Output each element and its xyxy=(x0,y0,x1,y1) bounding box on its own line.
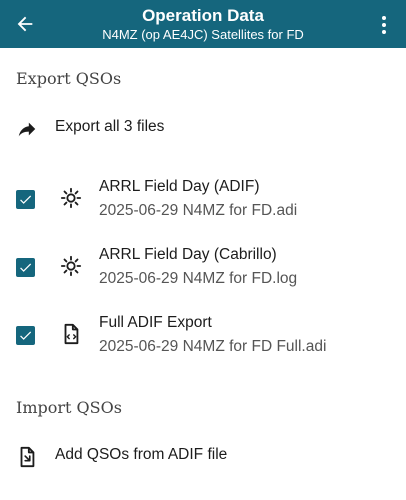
page-subtitle: N4MZ (op AE4JC) Satellites for FD xyxy=(102,27,304,42)
field-day-icon xyxy=(60,255,82,277)
export-file-row: ARRL Field Day (ADIF) 2025-06-29 N4MZ fo… xyxy=(0,172,406,228)
file-path: 2025-06-29 N4MZ for FD.adi xyxy=(99,202,298,219)
export-file-row: ARRL Field Day (Cabrillo) 2025-06-29 N4M… xyxy=(0,240,406,296)
file-path: 2025-06-29 N4MZ for FD.log xyxy=(99,270,298,287)
check-icon xyxy=(20,331,32,340)
field-day-icon xyxy=(60,187,82,209)
import-section-header: Import QSOs xyxy=(16,398,122,417)
export-all-label: Export all 3 files xyxy=(55,118,165,135)
file-path: 2025-06-29 N4MZ for FD Full.adi xyxy=(99,338,327,355)
file-checkbox[interactable] xyxy=(16,326,35,345)
share-arrow-icon xyxy=(18,122,36,137)
back-arrow-icon[interactable] xyxy=(14,13,36,35)
file-code-icon xyxy=(64,323,79,345)
check-icon xyxy=(20,263,32,272)
app-bar-titles: Operation Data N4MZ (op AE4JC) Satellite… xyxy=(48,6,358,43)
file-name: ARRL Field Day (Cabrillo) xyxy=(99,246,277,263)
export-all-button[interactable]: Export all 3 files xyxy=(0,110,406,146)
export-section-header: Export QSOs xyxy=(16,69,122,88)
add-qsos-label: Add QSOs from ADIF file xyxy=(55,446,228,463)
add-qsos-button[interactable]: Add QSOs from ADIF file xyxy=(0,438,406,474)
export-file-row: Full ADIF Export 2025-06-29 N4MZ for FD … xyxy=(0,308,406,364)
file-import-icon xyxy=(20,446,35,468)
file-checkbox[interactable] xyxy=(16,190,35,209)
check-icon xyxy=(20,195,32,204)
more-vert-icon[interactable] xyxy=(380,14,388,36)
file-name: ARRL Field Day (ADIF) xyxy=(99,178,260,195)
page-title: Operation Data xyxy=(142,6,264,25)
app-bar: Operation Data N4MZ (op AE4JC) Satellite… xyxy=(0,0,406,48)
file-checkbox[interactable] xyxy=(16,258,35,277)
file-name: Full ADIF Export xyxy=(99,314,212,331)
